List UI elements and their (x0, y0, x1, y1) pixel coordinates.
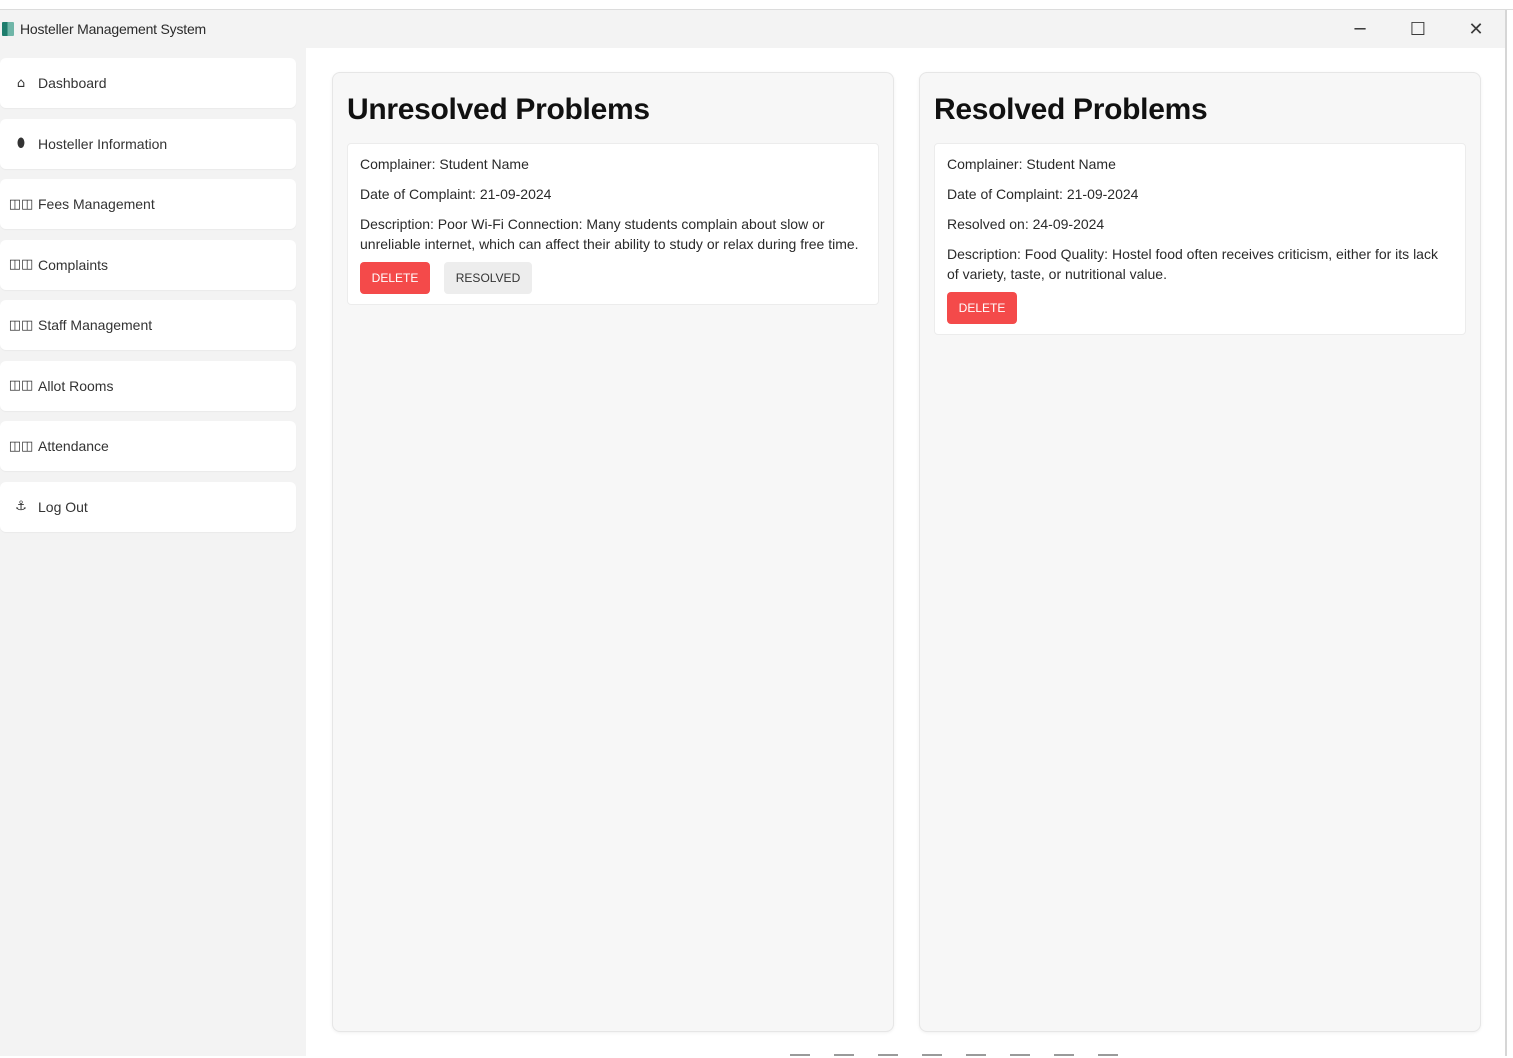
maximize-button[interactable]: ☐ (1389, 10, 1447, 48)
window-title: Hosteller Management System (20, 21, 207, 37)
app-logo-icon (2, 22, 14, 36)
sidebar-item-label: Staff Management (38, 317, 153, 333)
title-bar[interactable]: Hosteller Management System ─ ☐ ✕ (0, 10, 1505, 48)
complaint-description: Description: Poor Wi-Fi Connection: Many… (360, 216, 859, 252)
resolved-date: Resolved on: 24-09-2024 (947, 216, 1105, 232)
unresolved-problems-panel: Unresolved Problems Complainer: Student … (332, 72, 894, 1032)
window-controls: ─ ☐ ✕ (1331, 10, 1505, 48)
resolved-problems-title: Resolved Problems (934, 93, 1208, 126)
card-actions: DELETE (947, 292, 1453, 324)
minimize-button[interactable]: ─ (1331, 10, 1389, 48)
sidebar-item-complaints[interactable]: ◫◫ Complaints (0, 239, 296, 290)
delete-button[interactable]: DELETE (360, 262, 430, 294)
sidebar-item-attendance[interactable]: ◫◫ Attendance (0, 421, 296, 471)
resolved-problems-panel: Resolved Problems Complainer: Student Na… (919, 72, 1481, 1032)
complainer-name: Complainer: Student Name (947, 156, 1116, 172)
complaint-description: Description: Food Quality: Hostel food o… (947, 246, 1438, 282)
window-top-edge (0, 0, 1513, 10)
grid-icon: ◫◫ (8, 378, 34, 393)
sidebar: ⌂ Dashboard ⬮ Hosteller Information ◫◫ F… (0, 48, 306, 1056)
sidebar-item-log-out[interactable]: ⚓ Log Out (0, 481, 296, 532)
grid-icon: ◫◫ (8, 257, 34, 272)
home-icon: ⌂ (16, 75, 26, 91)
app-window: Hosteller Management System ─ ☐ ✕ ⌂ Dash… (0, 10, 1507, 1056)
complaint-date: Date of Complaint: 21-09-2024 (360, 186, 552, 202)
unresolved-problems-title: Unresolved Problems (347, 93, 650, 126)
person-icon: ⬮ (16, 136, 26, 151)
card-actions: DELETE RESOLVED (360, 262, 866, 294)
sidebar-item-label: Allot Rooms (38, 377, 114, 394)
sidebar-item-fees-management[interactable]: ◫◫ Fees Management (0, 179, 296, 229)
grid-icon: ◫◫ (8, 438, 34, 454)
sidebar-item-label: Dashboard (38, 75, 107, 91)
sidebar-item-label: Fees Management (38, 196, 155, 212)
complaint-card: Complainer: Student Name Date of Complai… (347, 143, 879, 305)
resolved-button[interactable]: RESOLVED (444, 262, 532, 294)
sidebar-item-label: Hosteller Information (38, 135, 168, 152)
grid-icon: ◫◫ (8, 317, 34, 333)
delete-button[interactable]: DELETE (947, 292, 1017, 324)
sidebar-item-label: Attendance (38, 438, 109, 454)
grid-icon: ◫◫ (8, 196, 34, 212)
sidebar-item-label: Log Out (38, 498, 88, 515)
sidebar-item-label: Complaints (38, 256, 109, 273)
logout-icon: ⚓ (15, 499, 27, 514)
complaint-date: Date of Complaint: 21-09-2024 (947, 186, 1139, 202)
taskbar-edge-divider (790, 1054, 1120, 1056)
sidebar-item-hosteller-information[interactable]: ⬮ Hosteller Information (0, 118, 296, 169)
close-button[interactable]: ✕ (1447, 10, 1505, 48)
main-content: Unresolved Problems Complainer: Student … (306, 48, 1505, 1056)
sidebar-item-dashboard[interactable]: ⌂ Dashboard (0, 58, 296, 108)
complaint-card: Complainer: Student Name Date of Complai… (934, 143, 1466, 335)
complainer-name: Complainer: Student Name (360, 156, 529, 172)
sidebar-item-staff-management[interactable]: ◫◫ Staff Management (0, 300, 296, 350)
sidebar-item-allot-rooms[interactable]: ◫◫ Allot Rooms (0, 360, 296, 411)
